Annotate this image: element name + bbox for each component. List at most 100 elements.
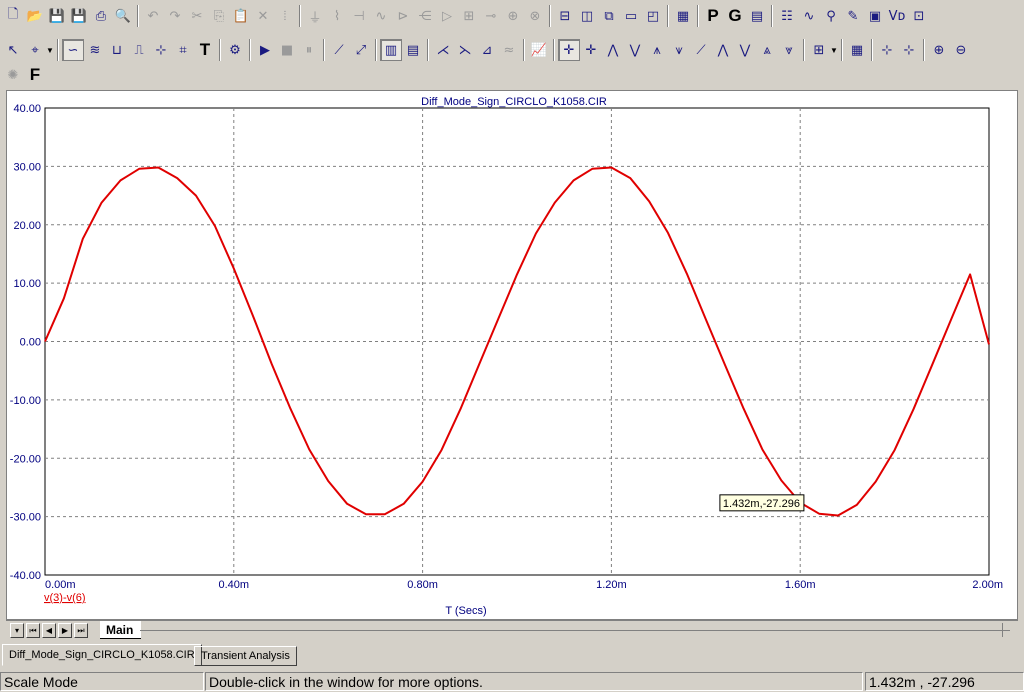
inductor-button[interactable]: ∿ [370,5,392,27]
sheet-prev-button[interactable]: ◀ [42,623,56,638]
stop-button[interactable]: ■ [276,39,298,61]
window-button[interactable]: ▭ [620,5,642,27]
resistor-button[interactable]: ⌇ [326,5,348,27]
cut-button[interactable]: ✂ [186,5,208,27]
sheet-menu-button[interactable]: ▾ [10,623,24,638]
delete-button[interactable]: ✕ [252,5,274,27]
tile-horizontal-button[interactable]: ⊟ [554,5,576,27]
save-button[interactable]: 💾 [46,5,68,27]
line-tool-button[interactable]: ⟋ [328,39,350,61]
diode-button[interactable]: ⊳ [392,5,414,27]
cursor-peak-button[interactable]: ⋌ [432,39,454,61]
tag-x-button[interactable]: ⊹ [876,39,898,61]
waveform-select-button[interactable]: ∽ [62,39,84,61]
tab-transient-analysis[interactable]: Transient Analysis [194,646,297,666]
slope-button[interactable]: ⟋ [690,39,712,61]
sheet-last-button[interactable]: ⏭ [74,623,88,638]
chevron-down-icon[interactable]: ▼ [830,46,838,55]
scroll-end-grip[interactable] [1002,623,1016,637]
horizontal-scrollbar[interactable] [140,630,1010,631]
transistor-button[interactable]: ⋲ [414,5,436,27]
window-list-button[interactable]: ▤ [746,5,768,27]
capacitor-button[interactable]: ⊣ [348,5,370,27]
save-all-button[interactable]: 💾 [68,5,90,27]
cascade-button[interactable]: ⧉ [598,5,620,27]
source-button[interactable]: ⊕ [502,5,524,27]
zoom-in-button[interactable]: ⊕ [928,39,950,61]
cursor-inflection-button[interactable]: ≈ [498,39,520,61]
battery-button[interactable]: ⊞ [458,5,480,27]
ground-button[interactable]: ⏚ [304,5,326,27]
redo-button[interactable]: ↷ [164,5,186,27]
valley-button[interactable]: ⋁ [624,39,646,61]
open-folder-button[interactable]: 📂 [24,5,46,27]
paste-button[interactable]: 📋 [230,5,252,27]
arrow-tool-button[interactable]: ⤢ [350,39,372,61]
text-button[interactable]: T [194,39,216,61]
vd-button[interactable]: Vᴅ [886,5,908,27]
table-button[interactable]: ▦ [846,39,868,61]
high-button[interactable]: ⩚ [646,39,668,61]
new-file-button[interactable]: 🗋 [2,5,24,27]
split-window-button[interactable]: ◰ [642,5,664,27]
frame-button[interactable]: ▣ [864,5,886,27]
undo-button[interactable]: ↶ [142,5,164,27]
bracket-button[interactable]: ⊔ [106,39,128,61]
sheet-tab-main[interactable]: Main [100,621,142,639]
component-list-button[interactable]: ☷ [776,5,798,27]
chart-button[interactable]: 📈 [528,39,550,61]
waveform-button[interactable]: ∿ [798,5,820,27]
calculator-button[interactable]: ▦ [672,5,694,27]
scale-mode-button[interactable]: ⌖ [24,39,46,61]
opamp-button[interactable]: ▷ [436,5,458,27]
label-button[interactable]: ⌗ [172,39,194,61]
cursor-slope-button[interactable]: ⊿ [476,39,498,61]
zoom-window-button[interactable]: ⊡ [908,5,930,27]
print-preview-button[interactable]: 🔍 [112,5,134,27]
font-button[interactable]: F [24,64,46,86]
select-all-button[interactable]: ⦙ [274,5,296,27]
sheet-next-button[interactable]: ▶ [58,623,72,638]
trace-label[interactable]: v(3)-v(6) [44,592,86,604]
pencil-button[interactable]: ✎ [842,5,864,27]
valley-multi-button[interactable]: ⋁ [734,39,756,61]
copy-button[interactable]: ⎘ [208,5,230,27]
plot-canvas[interactable]: 40.00 30.00 20.00 10.00 0.00 -10.00 -20.00 -30.… [7,91,1019,621]
p-button[interactable]: P [702,5,724,27]
sheet-first-button[interactable]: ⏮ [26,623,40,638]
next-peak-button[interactable]: ⩓ [756,39,778,61]
pause-button[interactable]: ⏸ [298,39,320,61]
probe-button[interactable]: ⚲ [820,5,842,27]
current-source-button[interactable]: ⊗ [524,5,546,27]
tile-vertical-button[interactable]: ◫ [576,5,598,27]
grid-fine-button[interactable]: ▤ [402,39,424,61]
select-arrow-button[interactable]: ↖ [2,39,24,61]
print-button[interactable]: ⎙ [90,5,112,27]
chevron-down-icon[interactable]: ▼ [46,46,54,55]
zoom-out-button[interactable]: ⊖ [950,39,972,61]
low-button[interactable]: ⩛ [668,39,690,61]
cursor-left-button[interactable]: ✛ [558,39,580,61]
toolbar-separator [553,39,555,61]
font-icon: F [29,65,41,84]
properties-button[interactable]: ⚙ [224,39,246,61]
package-button[interactable]: ⊞ [808,39,830,61]
switch-button[interactable]: ⊸ [480,5,502,27]
palette-button[interactable]: ✺ [2,64,24,86]
run-button[interactable]: ▶ [254,39,276,61]
point-tag-button[interactable]: ⊹ [150,39,172,61]
step-button[interactable]: ⎍ [128,39,150,61]
multi-wave-button[interactable]: ≋ [84,39,106,61]
tag-y-icon: ⊹ [903,42,915,58]
next-valley-button[interactable]: ⩔ [778,39,800,61]
plot-window[interactable]: 40.00 30.00 20.00 10.00 0.00 -10.00 -20.00 -30.… [6,90,1018,620]
g-button[interactable]: G [724,5,746,27]
cursor-tag[interactable]: 1.432m,-27.296 [719,494,805,512]
cursor-right-button[interactable]: ✛ [580,39,602,61]
peak-button[interactable]: ⋀ [602,39,624,61]
cursor-valley-button[interactable]: ⋋ [454,39,476,61]
peak-multi-button[interactable]: ⋀ [712,39,734,61]
grid-on-button[interactable]: ▥ [380,39,402,61]
tab-circuit-file[interactable]: Diff_Mode_Sign_CIRCLO_K1058.CIR [2,644,202,666]
tag-y-button[interactable]: ⊹ [898,39,920,61]
